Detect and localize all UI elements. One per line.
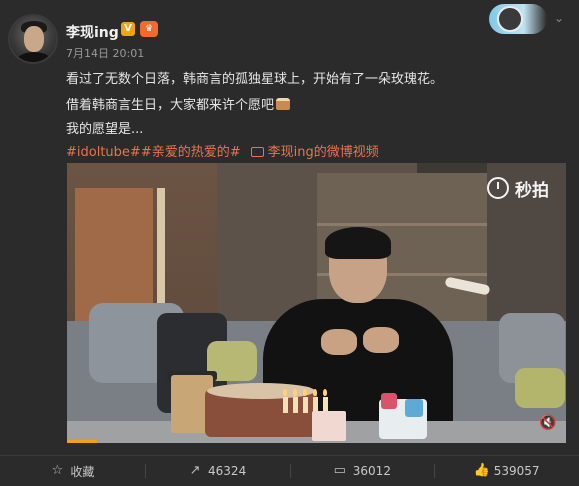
post-text-line-2: 借着韩商言生日，大家都来许个愿吧 <box>66 94 291 113</box>
post-text-line-3: 我的愿望是... <box>66 122 144 137</box>
repost-button[interactable]: ↗ 46324 <box>144 456 290 486</box>
video-progress-bar[interactable] <box>67 440 97 443</box>
action-bar: ☆ 收藏 ↗ 46324 ▭ 36012 👍 539057 <box>0 456 579 486</box>
weibo-post-card: 李现ing V ♛ 7月14日 20:01 ⌄ 看过了无数个日落，韩商言的孤独星… <box>0 0 579 486</box>
user-avatar[interactable] <box>8 14 58 64</box>
comment-button[interactable]: ▭ 36012 <box>289 456 435 486</box>
hashtag-drama-link[interactable]: #亲爱的热爱的# <box>141 145 241 160</box>
video-link-icon <box>250 147 264 157</box>
comment-count: 36012 <box>352 464 391 478</box>
cake-emoji-icon <box>276 98 291 110</box>
like-count: 539057 <box>493 464 540 478</box>
post-text-line-2-content: 借着韩商言生日，大家都来许个愿吧 <box>66 98 275 113</box>
video-source-link[interactable]: 李现ing的微博视频 <box>268 145 379 160</box>
repost-icon: ↗ <box>189 463 201 478</box>
current-user-avatar[interactable] <box>489 4 547 34</box>
star-icon: ☆ <box>51 463 64 478</box>
video-player[interactable]: 秒拍 🔇 <box>67 163 566 443</box>
favorite-label: 收藏 <box>70 464 95 479</box>
verified-badge-icon[interactable]: V <box>121 22 135 36</box>
miaopai-logo-icon <box>487 177 509 199</box>
member-badge-icon[interactable]: ♛ <box>140 21 158 37</box>
favorite-button[interactable]: ☆ 收藏 <box>0 456 145 486</box>
hashtag-idoltube-link[interactable]: #idoltube# <box>66 145 141 160</box>
watermark-text: 秒拍 <box>515 180 549 201</box>
miaopai-watermark: 秒拍 <box>487 175 549 201</box>
thumbs-up-icon: 👍 <box>473 463 490 478</box>
username-link[interactable]: 李现ing <box>66 22 119 42</box>
like-button[interactable]: 👍 539057 <box>434 456 579 486</box>
comment-icon: ▭ <box>333 463 346 478</box>
speaker-muted-icon[interactable]: 🔇 <box>539 415 556 431</box>
post-timestamp[interactable]: 7月14日 20:01 <box>66 45 144 61</box>
post-tags: #idoltube##亲爱的热爱的# 李现ing的微博视频 <box>66 141 379 160</box>
post-text-line-1: 看过了无数个日落，韩商言的孤独星球上，开始有了一朵玫瑰花。 <box>66 72 444 87</box>
chevron-down-icon[interactable]: ⌄ <box>554 11 564 25</box>
repost-count: 46324 <box>208 464 247 478</box>
